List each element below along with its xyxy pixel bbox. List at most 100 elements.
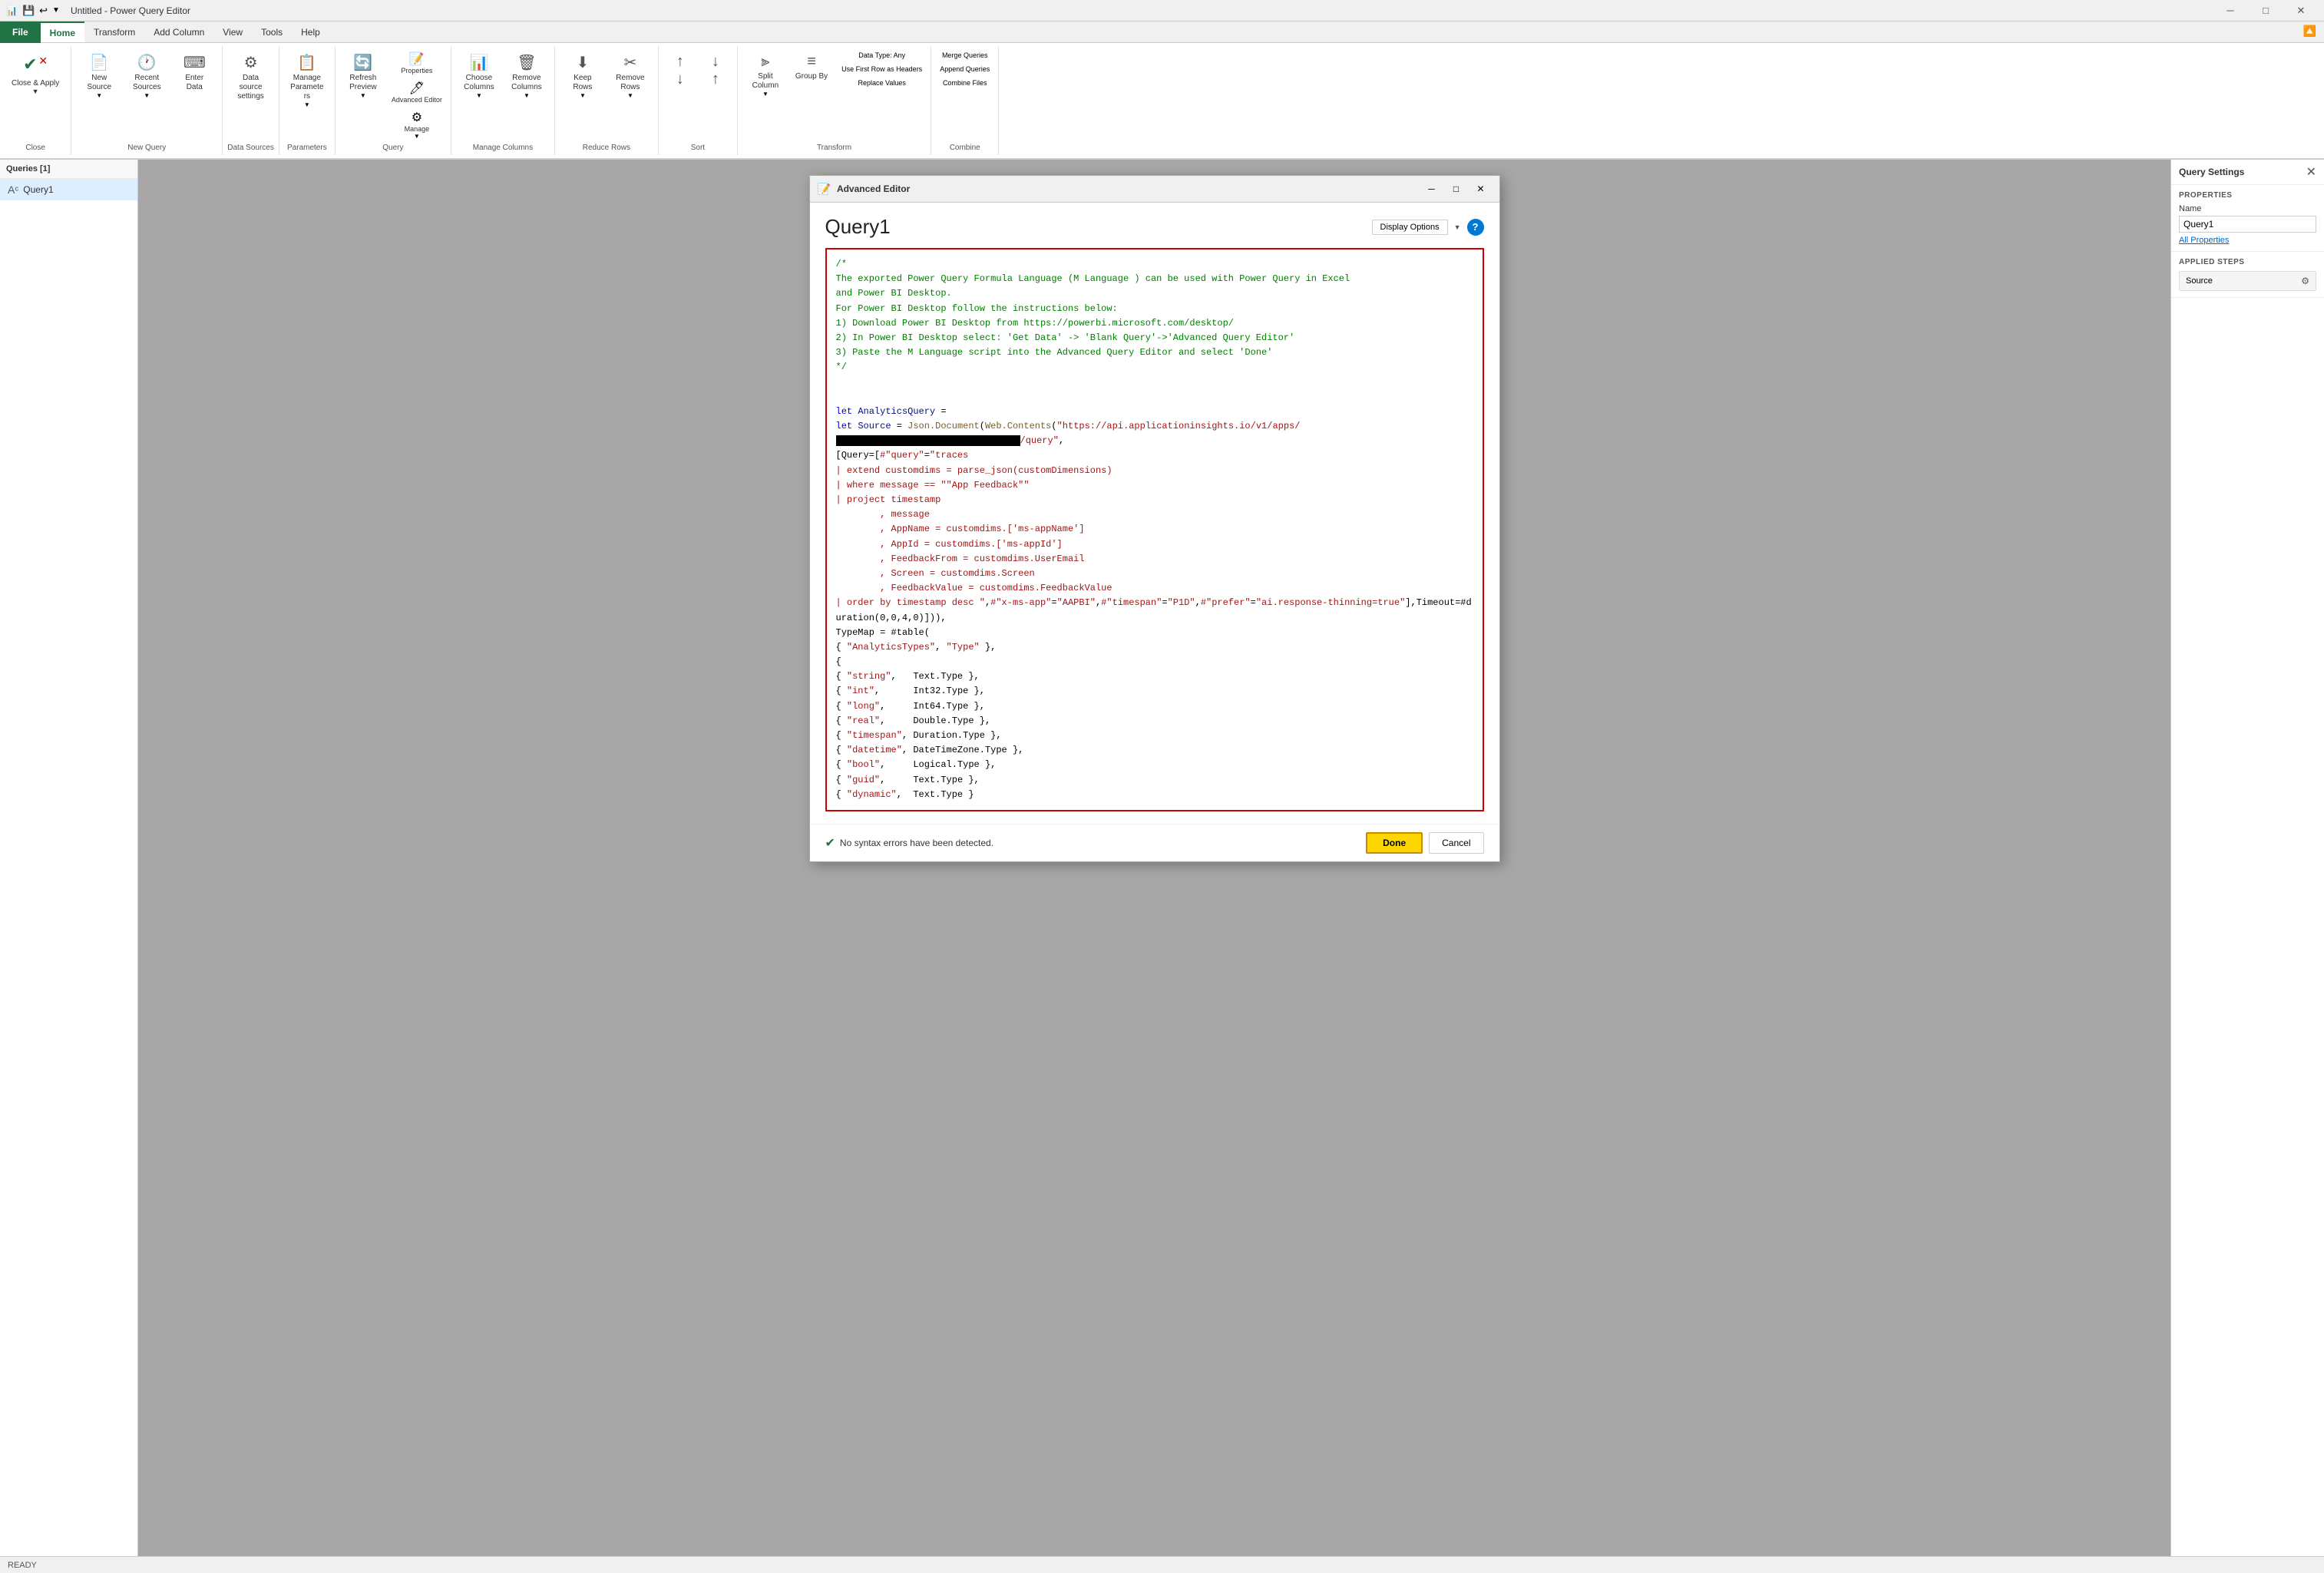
modal-footer: ✔ No syntax errors have been detected. D… (810, 824, 1499, 861)
window-close-button[interactable]: ✕ (2284, 0, 2318, 21)
modal-title: Advanced Editor (837, 183, 910, 194)
ribbon-group-transform: ⫸ Split Column ▼ ≡ Group By Data Type: A… (738, 46, 931, 155)
close-apply-button[interactable]: ✔ ✕ Close & Apply ▼ (5, 49, 66, 101)
ribbon-group-data-sources: ⚙ Data source settings Data Sources (223, 46, 279, 155)
modal-minimize-button[interactable]: ─ (1421, 180, 1443, 197)
ribbon-group-manage-columns-label: Manage Columns (473, 144, 533, 152)
applied-steps-section: APPLIED STEPS Source ⚙ (2171, 252, 2324, 298)
modal-icon: 📝 (818, 183, 831, 196)
quick-access-undo[interactable]: ↩ (39, 5, 48, 17)
enter-data-button[interactable]: ⌨ Enter Data (171, 49, 217, 96)
ribbon-group-manage-columns: 📊 Choose Columns ▼ 🗑 Remove Columns ▼ Ma… (451, 46, 555, 155)
refresh-preview-button[interactable]: 🔄 Refresh Preview ▼ (340, 49, 386, 103)
query-item[interactable]: Aᶜ Query1 (0, 179, 137, 200)
replace-values-button[interactable]: Replace Values (838, 77, 926, 89)
all-properties-link[interactable]: All Properties (2179, 236, 2316, 245)
sort-ascending-button[interactable]: ↑↓ (663, 49, 697, 92)
query-settings-header: Query Settings ✕ (2171, 160, 2324, 185)
tab-add-column[interactable]: Add Column (144, 21, 213, 42)
data-source-settings-button[interactable]: ⚙ Data source settings (228, 49, 274, 105)
step-settings-icon[interactable]: ⚙ (2301, 276, 2309, 286)
applied-step-source[interactable]: Source ⚙ (2179, 271, 2316, 291)
new-source-button[interactable]: 📄 New Source ▼ (76, 49, 122, 103)
tab-file[interactable]: File (0, 21, 41, 43)
query-item-label: Query1 (23, 184, 53, 195)
append-queries-button[interactable]: Append Queries (936, 63, 993, 75)
properties-section: PROPERTIES Name All Properties (2171, 185, 2324, 252)
ribbon-group-parameters-items: 📋 Manage Parameters ▼ (284, 49, 330, 142)
tab-transform[interactable]: Transform (84, 21, 144, 42)
ribbon-group-combine: Merge Queries Append Queries Combine Fil… (931, 46, 999, 155)
remove-rows-button[interactable]: ✂ Remove Rows ▼ (607, 49, 653, 103)
modal-maximize-button[interactable]: □ (1446, 180, 1467, 197)
query-settings-close-button[interactable]: ✕ (2306, 164, 2316, 180)
properties-button[interactable]: 📝 Properties (388, 49, 446, 77)
ribbon-group-parameters: 📋 Manage Parameters ▼ Parameters (279, 46, 336, 155)
modal-query-header: Query1 Display Options ▼ ? (825, 215, 1484, 239)
tab-home[interactable]: Home (41, 21, 84, 42)
title-bar-left: 📊 💾 ↩ ▼ Untitled - Power Query Editor (6, 5, 190, 17)
ribbon-group-data-sources-label: Data Sources (227, 144, 274, 152)
ribbon-group-new-query-items: 📄 New Source ▼ 🕐 Recent Sources ▼ ⌨ Ente… (76, 49, 217, 142)
maximize-button[interactable]: □ (2249, 0, 2283, 21)
status-bar: READY (0, 1556, 2324, 1573)
combine-files-button[interactable]: Combine Files (936, 77, 993, 89)
keep-rows-button[interactable]: ⬇ Keep Rows ▼ (560, 49, 606, 103)
ribbon-group-close: ✔ ✕ Close & Apply ▼ Close (0, 46, 71, 155)
done-button[interactable]: Done (1366, 832, 1423, 854)
modal-titlebar-controls: ─ □ ✕ (1421, 180, 1492, 197)
query-icon: Aᶜ (8, 183, 18, 196)
query-settings-panel: Query Settings ✕ PROPERTIES Name All Pro… (2170, 160, 2324, 1556)
ribbon-group-query: 🔄 Refresh Preview ▼ 📝 Properties 🖊 Advan… (336, 46, 451, 155)
tab-help[interactable]: Help (292, 21, 329, 42)
manage-button[interactable]: ⚙ Manage ▼ (388, 107, 446, 142)
code-editor[interactable]: /* The exported Power Query Formula Lang… (825, 248, 1484, 811)
remove-columns-button[interactable]: 🗑 Remove Columns ▼ (504, 49, 550, 103)
modal-close-button[interactable]: ✕ (1470, 180, 1492, 197)
group-by-button[interactable]: ≡ Group By (790, 49, 833, 85)
ribbon-tab-bar: File Home Transform Add Column View Tool… (0, 21, 2324, 43)
ribbon-group-parameters-label: Parameters (287, 144, 327, 152)
tab-view[interactable]: View (213, 21, 252, 42)
title-text: Untitled - Power Query Editor (71, 5, 190, 16)
properties-section-title: PROPERTIES (2179, 191, 2316, 200)
display-options-button[interactable]: Display Options (1372, 220, 1448, 235)
minimize-button[interactable]: ─ (2213, 0, 2247, 21)
main-area: Queries [1] Aᶜ Query1 📝 Advanced Editor … (0, 160, 2324, 1556)
help-icon-ribbon[interactable]: 🔼 (2296, 21, 2324, 42)
ribbon-group-reduce-rows-items: ⬇ Keep Rows ▼ ✂ Remove Rows ▼ (560, 49, 653, 142)
ribbon-group-close-items: ✔ ✕ Close & Apply ▼ (5, 49, 66, 142)
quick-access-dropdown[interactable]: ▼ (52, 6, 60, 15)
window-controls: ─ □ ✕ (2213, 0, 2318, 21)
modal-body: Query1 Display Options ▼ ? /* The export… (810, 203, 1499, 824)
ribbon-group-manage-columns-items: 📊 Choose Columns ▼ 🗑 Remove Columns ▼ (456, 49, 550, 142)
applied-steps-title: APPLIED STEPS (2179, 258, 2316, 266)
queries-panel: Queries [1] Aᶜ Query1 (0, 160, 138, 1556)
quick-access-save[interactable]: 💾 (22, 5, 35, 17)
ribbon: ✔ ✕ Close & Apply ▼ Close 📄 New Source ▼… (0, 43, 2324, 160)
query-name-input[interactable] (2179, 216, 2316, 233)
ribbon-group-new-query: 📄 New Source ▼ 🕐 Recent Sources ▼ ⌨ Ente… (71, 46, 223, 155)
ribbon-group-query-items: 🔄 Refresh Preview ▼ 📝 Properties 🖊 Advan… (340, 49, 446, 142)
modal-titlebar-left: 📝 Advanced Editor (818, 183, 911, 196)
split-column-button[interactable]: ⫸ Split Column ▼ (742, 49, 788, 101)
advanced-editor-button[interactable]: 🖊 Advanced Editor (388, 78, 446, 106)
cancel-button[interactable]: Cancel (1429, 832, 1483, 854)
ribbon-group-combine-label: Combine (950, 144, 980, 152)
recent-sources-button[interactable]: 🕐 Recent Sources ▼ (124, 49, 170, 103)
first-row-headers-button[interactable]: Use First Row as Headers (838, 63, 926, 75)
help-button[interactable]: ? (1467, 219, 1484, 236)
modal-titlebar: 📝 Advanced Editor ─ □ ✕ (810, 176, 1499, 203)
choose-columns-button[interactable]: 📊 Choose Columns ▼ (456, 49, 502, 103)
merge-queries-button[interactable]: Merge Queries (936, 49, 993, 61)
ribbon-group-reduce-rows-label: Reduce Rows (583, 144, 630, 152)
sort-descending-button[interactable]: ↓↑ (699, 49, 732, 92)
data-type-button[interactable]: Data Type: Any (838, 49, 926, 61)
modal-query-name: Query1 (825, 215, 891, 239)
ribbon-group-sort-items: ↑↓ ↓↑ (663, 49, 732, 142)
content-area: 📝 Advanced Editor ─ □ ✕ Query1 (138, 160, 2170, 1556)
ribbon-group-query-label: Query (382, 144, 403, 152)
tab-tools[interactable]: Tools (252, 21, 292, 42)
manage-parameters-button[interactable]: 📋 Manage Parameters ▼ (284, 49, 330, 112)
queries-panel-header: Queries [1] (0, 160, 137, 179)
